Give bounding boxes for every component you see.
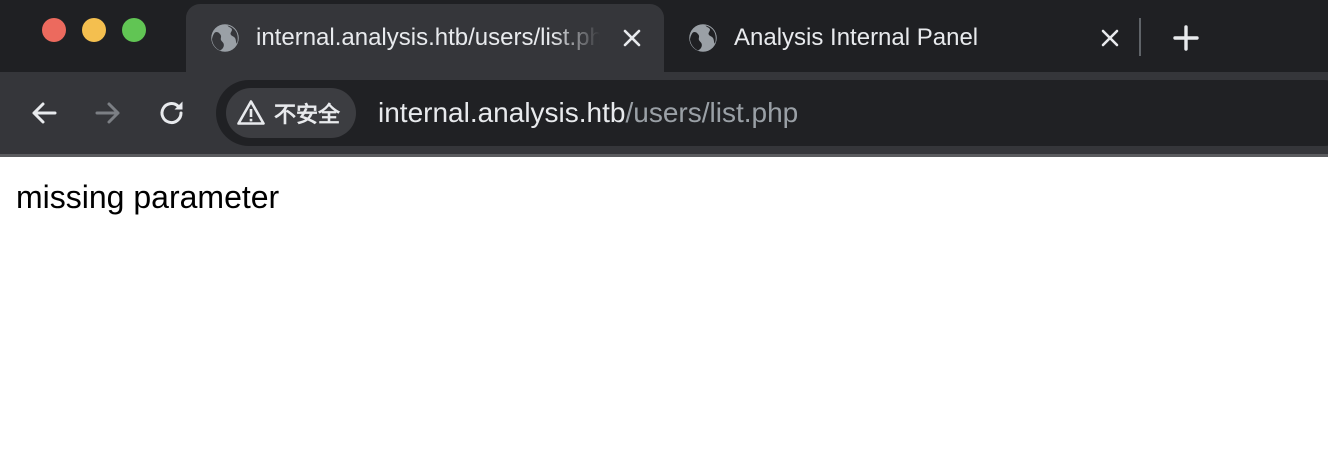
- window-maximize-button[interactable]: [122, 18, 146, 42]
- close-tab-icon[interactable]: [620, 26, 644, 50]
- tab-separator: [1139, 18, 1141, 56]
- tab-title: Analysis Internal Panel: [734, 24, 979, 51]
- url-text[interactable]: internal.analysis.htb/users/list.php: [378, 97, 798, 129]
- tab-active[interactable]: internal.analysis.htb/users/list.php: [186, 4, 664, 72]
- page-content: missing parameter: [0, 157, 1328, 454]
- tab-title: internal.analysis.htb/users/list.php: [256, 24, 600, 51]
- globe-icon: [688, 23, 718, 53]
- security-indicator[interactable]: 不安全: [226, 88, 357, 138]
- globe-icon: [210, 23, 240, 53]
- toolbar: 不安全 internal.analysis.htb/users/list.php: [0, 72, 1328, 154]
- plus-icon[interactable]: [1170, 22, 1202, 54]
- warning-triangle-icon: [236, 98, 266, 128]
- url-host: internal.analysis.htb: [378, 97, 626, 128]
- browser-window: internal.analysis.htb/users/list.php Ana…: [0, 0, 1328, 454]
- close-tab-icon[interactable]: [1098, 26, 1122, 50]
- address-bar[interactable]: 不安全 internal.analysis.htb/users/list.php: [216, 80, 1328, 146]
- page-message: missing parameter: [16, 179, 280, 215]
- arrow-right-icon[interactable]: [88, 93, 128, 133]
- security-label: 不安全: [274, 103, 341, 128]
- window-minimize-button[interactable]: [82, 18, 106, 42]
- arrow-left-icon[interactable]: [24, 93, 64, 133]
- window-close-button[interactable]: [42, 18, 66, 42]
- url-path: /users/list.php: [625, 97, 799, 128]
- reload-icon[interactable]: [152, 93, 192, 133]
- tab-strip: internal.analysis.htb/users/list.php Ana…: [0, 0, 1328, 72]
- tab-inactive[interactable]: Analysis Internal Panel: [664, 4, 1138, 72]
